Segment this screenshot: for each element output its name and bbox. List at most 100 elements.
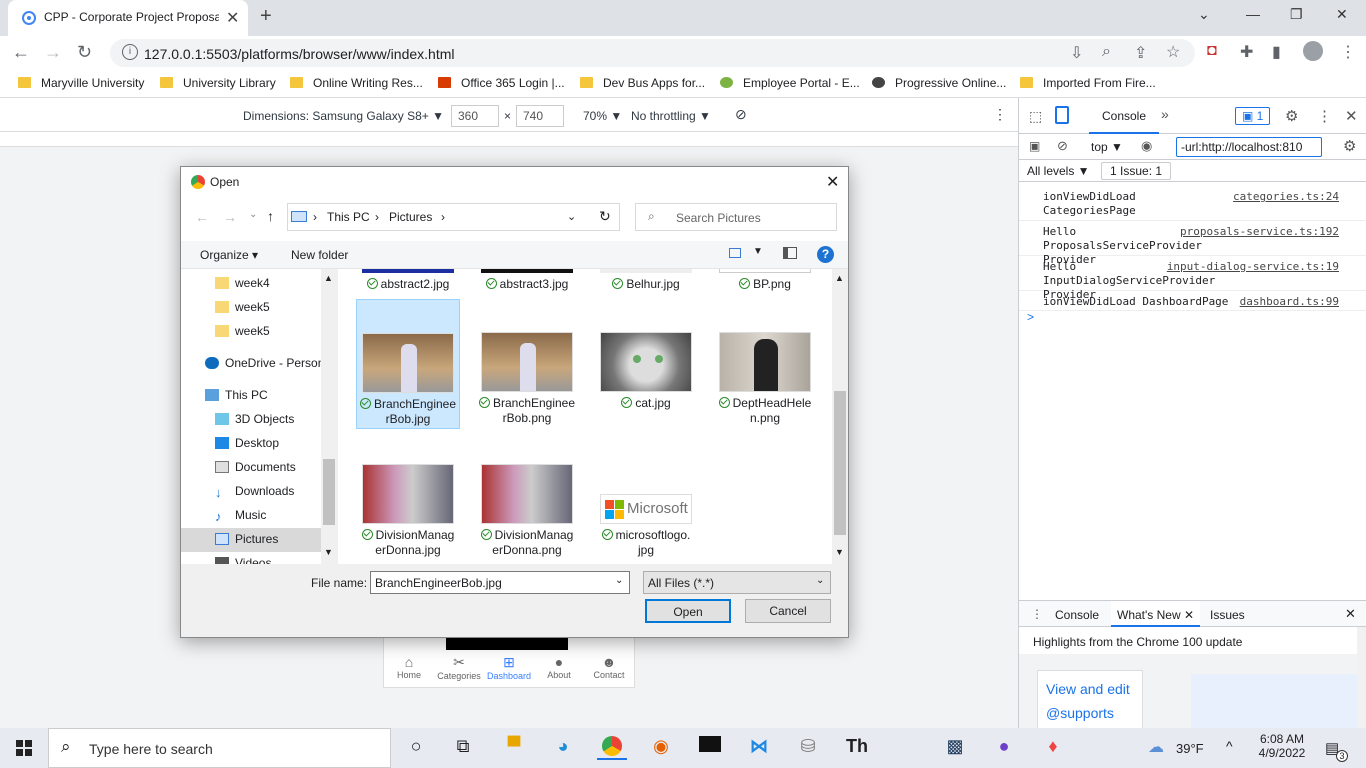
drawer-menu-icon[interactable]: ⋮: [1031, 607, 1043, 621]
site-info-icon[interactable]: i: [122, 44, 138, 60]
live-expression-icon[interactable]: ◉: [1141, 138, 1152, 154]
bookmark-item[interactable]: Online Writing Res...: [290, 76, 423, 90]
nav-item-music[interactable]: ♪ Music: [181, 504, 321, 528]
rotate-icon[interactable]: ⊘: [735, 106, 747, 123]
device-toggle-icon[interactable]: [1055, 106, 1069, 124]
github-desktop-icon[interactable]: ●: [989, 736, 1019, 760]
device-height-input[interactable]: 740: [516, 105, 564, 127]
file-item[interactable]: BranchEnginee rBob.png: [475, 299, 579, 429]
close-drawer-icon[interactable]: ✕: [1345, 606, 1356, 622]
settings-gear-icon[interactable]: ⚙: [1285, 107, 1298, 125]
close-tab-icon[interactable]: ✕: [226, 8, 239, 28]
address-bar[interactable]: i 127.0.0.1:5503/platforms/browser/www/i…: [110, 39, 1195, 67]
filename-dropdown-icon[interactable]: ⌄: [615, 575, 623, 586]
chrome-taskbar-icon[interactable]: [597, 736, 627, 760]
bookmark-item[interactable]: Office 365 Login |...: [438, 76, 565, 90]
nav-item-this-pc[interactable]: This PC: [181, 384, 321, 408]
preview-pane-icon[interactable]: [783, 247, 797, 259]
file-item[interactable]: cat.jpg: [594, 299, 698, 429]
vscode-icon[interactable]: ⋈: [744, 736, 774, 760]
tab-categories[interactable]: ✂ Categories: [434, 654, 484, 681]
bookmark-item[interactable]: Progressive Online...: [872, 76, 1006, 90]
close-window-icon[interactable]: ✕: [1336, 6, 1348, 23]
recent-locations-icon[interactable]: ⌄: [249, 209, 257, 220]
scroll-down-icon[interactable]: ▼: [835, 547, 844, 557]
history-dropdown-icon[interactable]: ⌄: [567, 210, 576, 223]
more-tabs-icon[interactable]: »: [1161, 106, 1169, 122]
issues-button[interactable]: 1 Issue: 1: [1101, 162, 1172, 180]
nav-item-downloads[interactable]: ↓ Downloads: [181, 480, 321, 504]
throttling-select[interactable]: No throttling ▼: [631, 109, 711, 123]
nav-item-week4[interactable]: week4: [181, 272, 321, 296]
log-source-link[interactable]: categories.ts:24: [1233, 190, 1339, 203]
typora-icon[interactable]: Th: [842, 736, 872, 760]
file-item[interactable]: Microsoft microsoftlogo. jpg: [594, 431, 698, 561]
database-icon[interactable]: ⛁: [793, 736, 823, 760]
app-flame-icon[interactable]: ♦: [1038, 736, 1068, 760]
address-breadcrumb[interactable]: › This PC › Pictures › ⌄ ↻: [287, 203, 620, 231]
drawer-tab-whats-new[interactable]: What's New ✕: [1111, 601, 1201, 627]
file-item[interactable]: DivisionManag erDonna.png: [475, 431, 579, 561]
file-item[interactable]: BP.png: [713, 269, 817, 293]
inspect-icon[interactable]: ⬚: [1029, 108, 1042, 125]
console-settings-icon[interactable]: ⚙: [1343, 137, 1356, 155]
log-source-link[interactable]: proposals-service.ts:192: [1180, 225, 1339, 238]
scroll-up-icon[interactable]: ▲: [835, 273, 844, 283]
bookmark-item[interactable]: Dev Bus Apps for...: [580, 76, 705, 90]
issues-badge[interactable]: ▣ 1: [1235, 107, 1271, 125]
nav-item-documents[interactable]: Documents: [181, 456, 321, 480]
nav-scroll-thumb[interactable]: [323, 459, 335, 525]
nav-scrollbar[interactable]: ▲ ▼: [321, 269, 337, 564]
bookmark-star-icon[interactable]: ☆: [1166, 42, 1180, 62]
scroll-up-icon[interactable]: ▲: [324, 273, 333, 283]
tab-console[interactable]: Console: [1089, 98, 1159, 134]
forward-arrow-icon[interactable]: →: [223, 209, 237, 225]
bookmark-item[interactable]: Employee Portal - E...: [720, 76, 860, 90]
weather-temp[interactable]: 39°F: [1176, 741, 1204, 756]
tab-dashboard[interactable]: ⊞ Dashboard: [484, 654, 534, 681]
close-devtools-icon[interactable]: ✕: [1345, 107, 1358, 125]
minimize-icon[interactable]: —: [1246, 6, 1260, 22]
file-item[interactable]: DeptHeadHele n.png: [713, 299, 817, 429]
new-tab-icon[interactable]: +: [260, 5, 272, 28]
nav-item-onedrive[interactable]: OneDrive - Person: [181, 352, 321, 376]
zoom-icon[interactable]: ⌕: [1102, 43, 1111, 61]
view-options-icon[interactable]: [729, 248, 741, 258]
nav-item-desktop[interactable]: Desktop: [181, 432, 321, 456]
file-explorer-icon[interactable]: ▀: [499, 736, 529, 760]
back-arrow-icon[interactable]: ←: [195, 209, 209, 225]
task-view-icon[interactable]: ⧉: [448, 736, 478, 760]
device-dimensions-select[interactable]: Dimensions: Samsung Galaxy S8+ ▼: [243, 109, 444, 123]
search-pictures-input[interactable]: ⌕ Search Pictures: [635, 203, 837, 231]
drawer-scrollbar[interactable]: [1357, 627, 1366, 729]
console-filter-input[interactable]: -url:http://localhost:810: [1176, 137, 1322, 157]
browser-tab[interactable]: CPP - Corporate Project Proposal ✕: [8, 0, 248, 36]
log-source-link[interactable]: dashboard.ts:99: [1240, 295, 1339, 308]
terminal-icon[interactable]: [695, 736, 725, 760]
clear-console-icon[interactable]: ⊘: [1057, 138, 1068, 154]
up-arrow-icon[interactable]: ↑: [267, 208, 274, 224]
menu-icon[interactable]: ⋮: [1340, 42, 1356, 62]
file-item[interactable]: abstract2.jpg: [356, 269, 460, 293]
drawer-tab-issues[interactable]: Issues: [1210, 608, 1245, 622]
tab-home[interactable]: ⌂ Home: [384, 654, 434, 680]
files-scrollbar[interactable]: ▲ ▼: [832, 269, 848, 564]
drawer-tab-console[interactable]: Console: [1055, 608, 1099, 622]
firefox-icon[interactable]: ◉: [646, 736, 676, 760]
nav-item-videos[interactable]: Videos: [181, 552, 321, 564]
install-icon[interactable]: ⇩: [1070, 43, 1083, 63]
tab-about[interactable]: ● About: [534, 654, 584, 680]
bookmark-item[interactable]: Imported From Fire...: [1020, 76, 1156, 90]
view-dropdown-icon[interactable]: ▼: [753, 246, 763, 257]
cortana-icon[interactable]: ○: [401, 736, 431, 760]
weather-cloud-icon[interactable]: ☁: [1148, 737, 1164, 757]
files-scroll-thumb[interactable]: [834, 391, 846, 535]
clock[interactable]: 6:08 AM 4/9/2022: [1258, 732, 1306, 760]
tray-expand-icon[interactable]: ^: [1226, 738, 1233, 754]
devtools-menu-icon[interactable]: ⋮: [1317, 107, 1332, 125]
scroll-down-icon[interactable]: ▼: [324, 547, 333, 557]
filetype-select[interactable]: All Files (*.*) ⌄: [643, 571, 831, 594]
profile-avatar[interactable]: [1303, 41, 1323, 61]
nav-item-pictures[interactable]: Pictures: [181, 528, 321, 552]
nav-item-week5[interactable]: week5: [181, 320, 321, 344]
